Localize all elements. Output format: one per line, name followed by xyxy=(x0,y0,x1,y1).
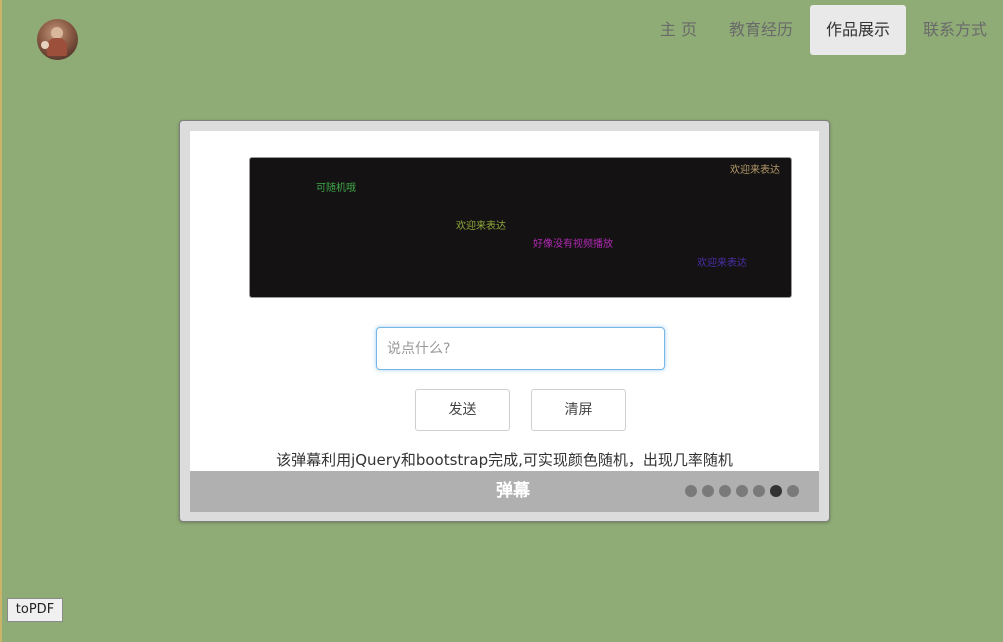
danmu-message: 欢迎来表达 xyxy=(730,165,780,176)
avatar-body xyxy=(47,38,67,56)
danmu-message: 欢迎来表达 xyxy=(456,221,506,232)
slide-description: 该弹幕利用jQuery和bootstrap完成,可实现颜色随机，出现几率随机 xyxy=(276,451,733,469)
nav-item-home[interactable]: 主 页 xyxy=(644,5,713,55)
danmu-message: 欢迎来表达 xyxy=(697,258,747,269)
carousel-indicator-dot[interactable] xyxy=(719,485,731,497)
top-nav: 主 页 教育经历 作品展示 联系方式 xyxy=(644,5,1003,55)
carousel-indicator-dot[interactable] xyxy=(787,485,799,497)
carousel-slide: 欢迎来表达 可随机哦 欢迎来表达 好像没有视频播放 欢迎来表达 发送 清屏 该弹… xyxy=(190,131,819,512)
nav-item-education[interactable]: 教育经历 xyxy=(713,5,809,55)
danmu-message: 可随机哦 xyxy=(316,183,356,194)
topdf-button[interactable]: toPDF xyxy=(7,598,63,622)
carousel: 欢迎来表达 可随机哦 欢迎来表达 好像没有视频播放 欢迎来表达 发送 清屏 该弹… xyxy=(179,120,830,522)
send-button[interactable]: 发送 xyxy=(415,389,510,431)
carousel-indicator-dot[interactable] xyxy=(736,485,748,497)
carousel-indicator-dot[interactable] xyxy=(753,485,765,497)
nav-item-works[interactable]: 作品展示 xyxy=(809,5,906,55)
carousel-indicator-dot[interactable] xyxy=(770,485,782,497)
carousel-indicators xyxy=(685,485,799,497)
danmu-screen: 欢迎来表达 可随机哦 欢迎来表达 好像没有视频播放 欢迎来表达 xyxy=(249,157,792,298)
avatar[interactable] xyxy=(37,19,78,60)
nav-item-contact[interactable]: 联系方式 xyxy=(907,5,1003,55)
clear-screen-button[interactable]: 清屏 xyxy=(531,389,626,431)
carousel-indicator-dot[interactable] xyxy=(685,485,697,497)
danmu-input[interactable] xyxy=(376,327,665,370)
danmu-message: 好像没有视频播放 xyxy=(533,239,613,250)
carousel-caption-bar: 弹幕 xyxy=(190,471,819,512)
carousel-indicator-dot[interactable] xyxy=(702,485,714,497)
avatar-ball xyxy=(41,41,49,49)
